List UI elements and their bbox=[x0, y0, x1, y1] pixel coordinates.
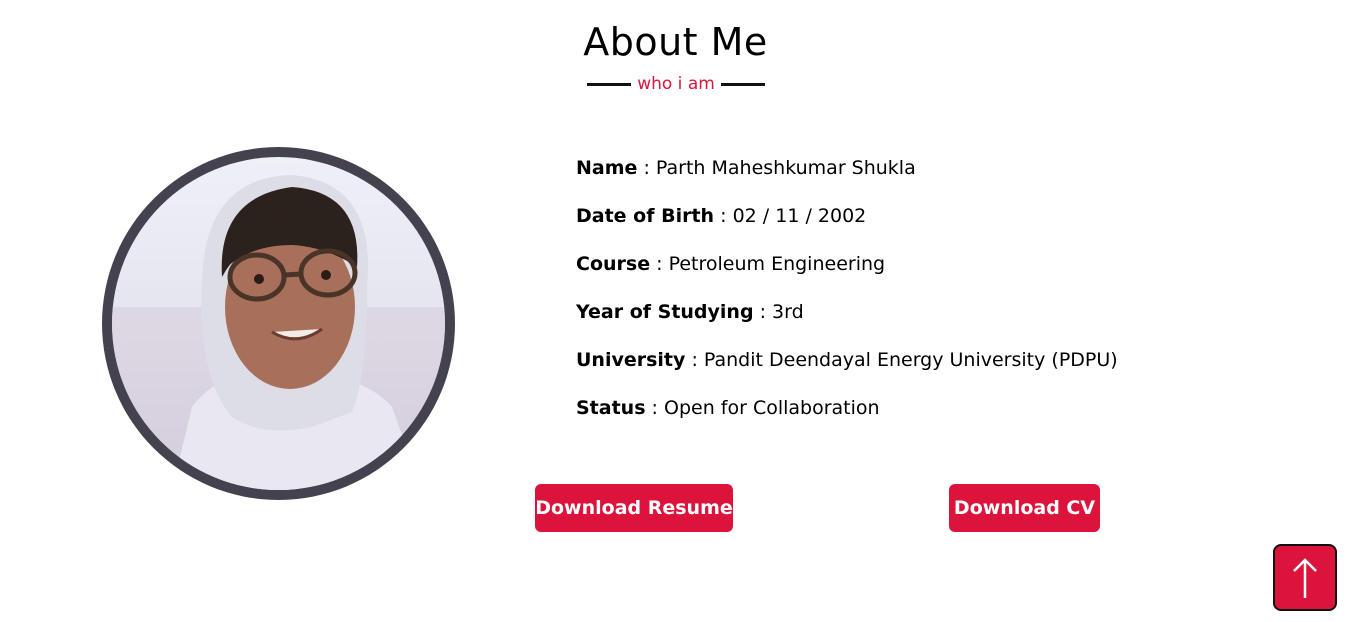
info-value: : Pandit Deendayal Energy University (PD… bbox=[685, 349, 1118, 371]
info-label: Year of Studying bbox=[576, 301, 754, 323]
info-label: Date of Birth bbox=[576, 205, 715, 227]
profile-photo-image bbox=[112, 157, 445, 490]
scroll-to-top-button[interactable] bbox=[1273, 544, 1337, 611]
info-value: : Petroleum Engineering bbox=[650, 253, 886, 275]
info-value: : Parth Maheshkumar Shukla bbox=[637, 157, 916, 179]
download-cv-button[interactable]: Download CV bbox=[949, 484, 1100, 532]
profile-photo-frame bbox=[102, 147, 455, 500]
subtitle-divider-left bbox=[587, 82, 632, 86]
section-subtitle: who i am bbox=[637, 74, 715, 94]
info-university: University : Pandit Deendayal Energy Uni… bbox=[576, 344, 1118, 392]
info-value: : 02 / 11 / 2002 bbox=[714, 205, 867, 227]
profile-photo bbox=[112, 157, 445, 490]
info-label: Status bbox=[576, 397, 646, 419]
section-subtitle-row: who i am bbox=[585, 72, 767, 96]
info-value: : Open for Collaboration bbox=[645, 397, 880, 419]
info-label: University bbox=[576, 349, 686, 371]
personal-info-list: Name : Parth Maheshkumar Shukla Date of … bbox=[576, 152, 1118, 440]
info-name: Name : Parth Maheshkumar Shukla bbox=[576, 152, 1118, 200]
info-label: Name bbox=[576, 157, 638, 179]
info-value: : 3rd bbox=[753, 301, 804, 323]
info-label: Course bbox=[576, 253, 651, 275]
info-date-of-birth: Date of Birth : 02 / 11 / 2002 bbox=[576, 200, 1118, 248]
info-status: Status : Open for Collaboration bbox=[576, 392, 1118, 440]
info-year-of-studying: Year of Studying : 3rd bbox=[576, 296, 1118, 344]
info-course: Course : Petroleum Engineering bbox=[576, 248, 1118, 296]
about-section: About Me who i am Name: Parth Maheshkum… bbox=[0, 0, 1351, 622]
section-title: About Me bbox=[583, 20, 768, 64]
download-resume-button[interactable]: Download Resume bbox=[535, 484, 733, 532]
arrow-up-icon bbox=[1293, 557, 1317, 598]
subtitle-divider-right bbox=[720, 82, 765, 86]
